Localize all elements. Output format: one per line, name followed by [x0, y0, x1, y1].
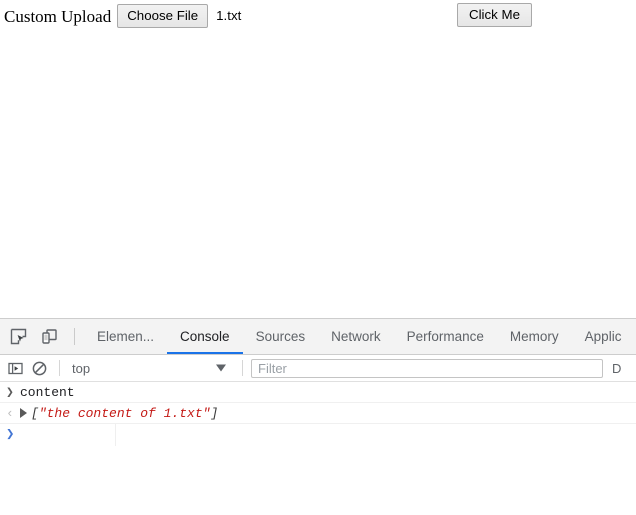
console-sidebar-icon[interactable] [3, 357, 27, 379]
console-input-message[interactable]: ❯ content [0, 382, 636, 403]
tab-sources[interactable]: Sources [243, 319, 319, 354]
tab-network[interactable]: Network [318, 319, 394, 354]
result-arrow-icon: ‹ [6, 405, 14, 421]
devtools-panel: Elemen... Console Sources Network Perfor… [0, 318, 636, 515]
devtools-tabbar: Elemen... Console Sources Network Perfor… [0, 319, 636, 355]
prompt-chevron-icon: ❯ [6, 427, 15, 443]
tab-application[interactable]: Applic [572, 319, 635, 354]
upload-row: Custom Upload Choose File 1.txt [4, 4, 242, 29]
clear-console-icon[interactable] [27, 357, 51, 379]
device-toolbar-icon[interactable] [36, 324, 62, 350]
expand-triangle-icon[interactable] [20, 408, 27, 418]
console-result-message[interactable]: ‹ [ "the content of 1.txt" ] [0, 403, 636, 424]
array-open-bracket: [ [31, 405, 39, 421]
filterbar-divider-right [242, 360, 243, 376]
array-string-value: "the content of 1.txt" [38, 405, 211, 421]
execution-context-label: top [72, 360, 91, 376]
tab-elements[interactable]: Elemen... [84, 319, 167, 354]
console-input-text: content [20, 384, 75, 400]
tab-memory[interactable]: Memory [497, 319, 572, 354]
file-input-control[interactable]: Choose File 1.txt [117, 4, 242, 29]
filter-input[interactable] [251, 358, 603, 378]
array-close-bracket: ] [210, 405, 219, 421]
console-filter-bar: top D [0, 355, 636, 382]
tab-console[interactable]: Console [167, 319, 243, 354]
input-arrow-icon: ❯ [6, 384, 14, 400]
log-levels-dropdown[interactable]: D [603, 361, 621, 376]
execution-context-select[interactable]: top [68, 357, 234, 379]
click-me-button[interactable]: Click Me [457, 3, 532, 28]
tab-performance[interactable]: Performance [394, 319, 497, 354]
console-prompt[interactable]: ❯ [0, 424, 636, 446]
upload-label: Custom Upload [4, 6, 112, 26]
chevron-down-icon [216, 364, 226, 372]
console-message-list: ❯ content ‹ [ "the content of 1.txt" ] ❯ [0, 382, 636, 446]
toolbar-divider [74, 328, 75, 345]
selected-file-name: 1.txt [216, 8, 242, 24]
filterbar-divider-left [59, 360, 60, 376]
inspect-element-icon[interactable] [5, 324, 31, 350]
prompt-divider [115, 424, 116, 446]
choose-file-button[interactable]: Choose File [117, 4, 209, 29]
web-page-viewport: Custom Upload Choose File 1.txt Click Me [0, 0, 636, 318]
